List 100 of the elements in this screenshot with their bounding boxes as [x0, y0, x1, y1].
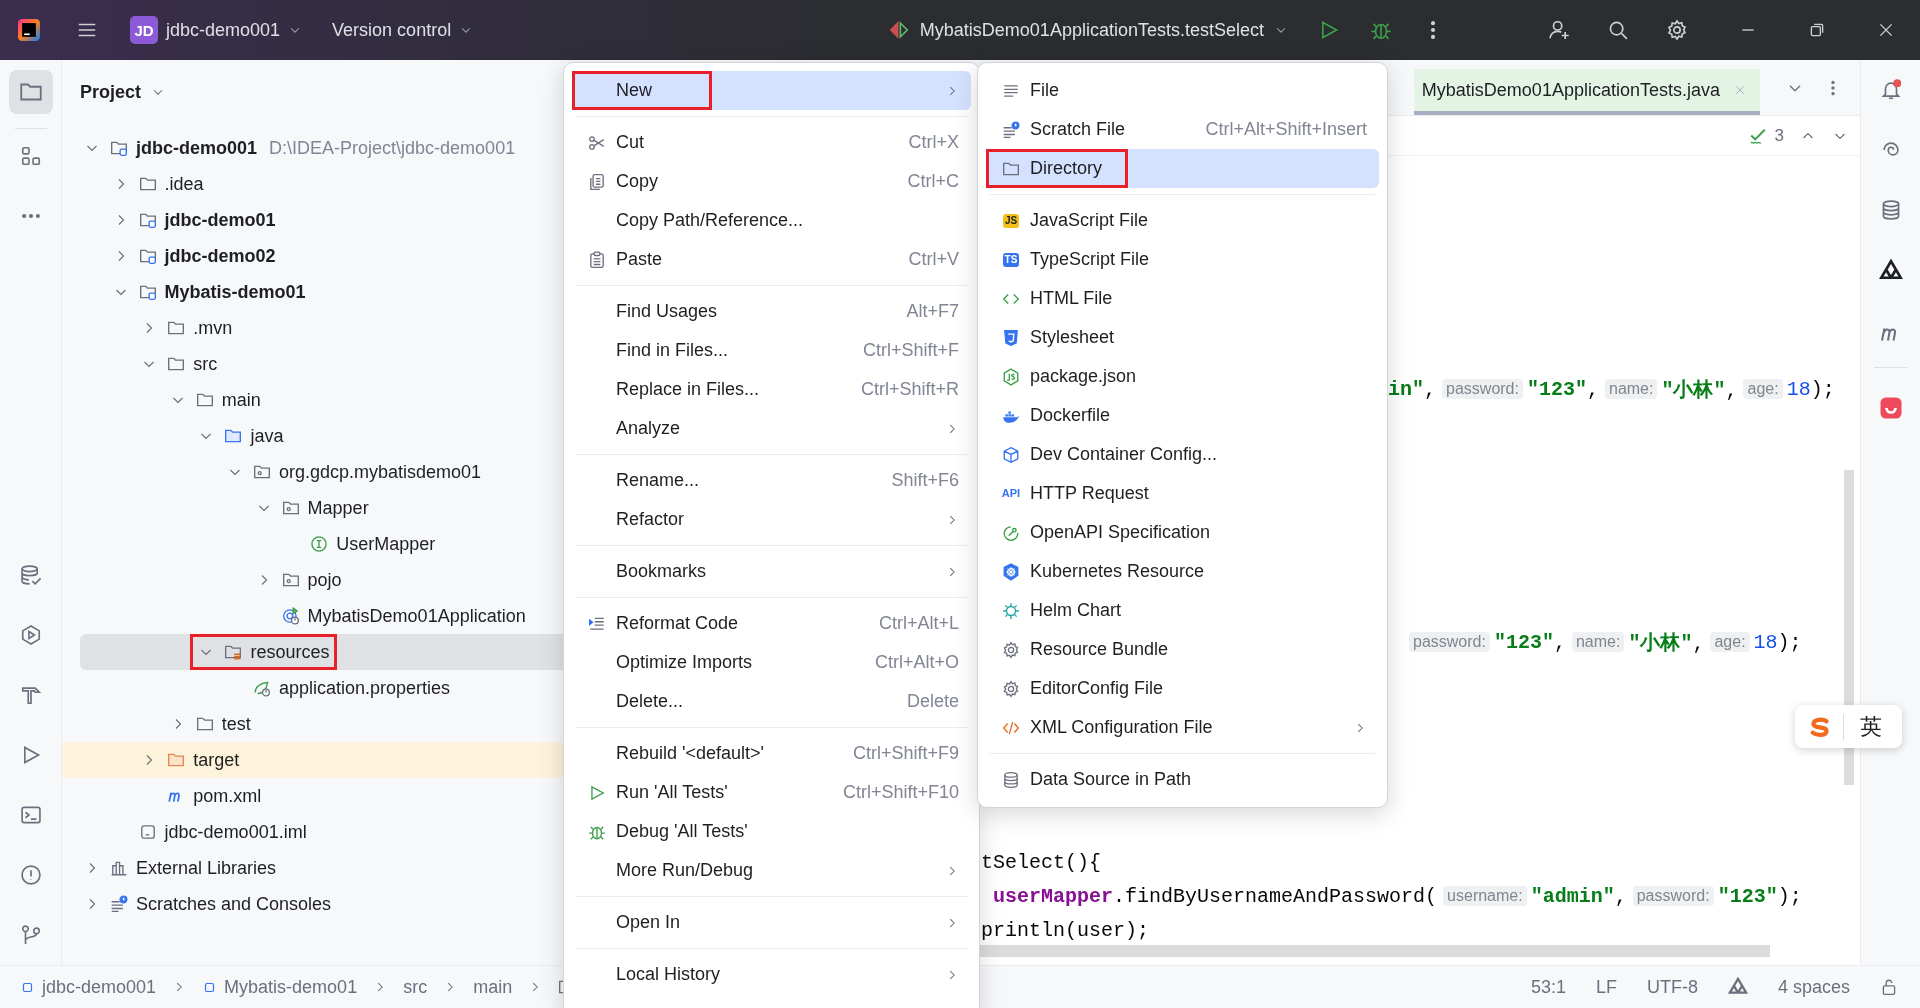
breadcrumb[interactable]: jdbc-demo001	[20, 976, 157, 998]
tree-item[interactable]: .mvn	[80, 310, 565, 346]
menu-item[interactable]: Delete... Delete	[572, 682, 971, 721]
menu-item[interactable]: Replace in Files... Ctrl+Shift+R	[572, 370, 971, 409]
tree-item[interactable]: Scratches and Consoles	[80, 886, 565, 922]
bell-icon[interactable]	[1879, 79, 1902, 101]
scrollbar-thumb[interactable]	[980, 945, 1770, 957]
tree-item[interactable]: target	[62, 742, 565, 778]
menu-item[interactable]: JS JavaScript File	[986, 201, 1379, 240]
menu-item[interactable]: TS TypeScript File	[986, 240, 1379, 279]
database-check-icon[interactable]	[19, 564, 42, 586]
tree-item[interactable]: jdbc-demo001.iml	[80, 814, 565, 850]
tree-item[interactable]: main	[80, 382, 565, 418]
menu-item[interactable]: Find in Files... Ctrl+Shift+F	[572, 331, 971, 370]
services-icon[interactable]	[19, 624, 42, 646]
menu-item[interactable]: Rebuild '<default>' Ctrl+Shift+F9	[572, 734, 971, 773]
breadcrumb[interactable]: src	[403, 976, 428, 998]
menu-item[interactable]: Paste Ctrl+V	[572, 240, 971, 279]
menu-item[interactable]: Analyze	[572, 409, 971, 448]
menu-item[interactable]: Debug 'All Tests'	[572, 812, 971, 851]
menu-item[interactable]: EditorConfig File	[986, 669, 1379, 708]
tree-item[interactable]: Mybatis-demo01	[80, 274, 565, 310]
menu-item[interactable]: Find Usages Alt+F7	[572, 292, 971, 331]
class-icon	[281, 607, 300, 625]
menu-item[interactable]: Helm Chart	[986, 591, 1379, 630]
editor-tab[interactable]: MybatisDemo01ApplicationTests.java	[1413, 69, 1760, 115]
restore-icon[interactable]	[1808, 21, 1826, 39]
file-encoding[interactable]: UTF-8	[1646, 976, 1698, 998]
menu-item[interactable]: File	[986, 71, 1379, 110]
tree-item[interactable]: test	[80, 706, 565, 742]
menu-item[interactable]: Open In	[572, 903, 971, 942]
lock-icon[interactable]	[1880, 978, 1898, 996]
add-user-icon[interactable]	[1548, 19, 1570, 41]
interface-icon	[310, 535, 329, 553]
vcs-menu[interactable]: Version control	[332, 19, 474, 41]
search-icon[interactable]	[1607, 19, 1629, 41]
tree-item[interactable]: pom.xml	[80, 778, 565, 814]
app-logo-icon[interactable]	[18, 19, 40, 41]
project-selector[interactable]: JD jdbc-demo001	[124, 12, 309, 48]
tree-item[interactable]: External Libraries	[80, 850, 565, 886]
tree-item[interactable]: java	[80, 418, 565, 454]
indent-setting[interactable]: 4 spaces	[1777, 976, 1850, 998]
close-icon[interactable]	[1877, 21, 1895, 39]
panel-title[interactable]: Project	[80, 74, 565, 110]
menu-item[interactable]: Refactor	[572, 500, 971, 539]
menu-item[interactable]: API HTTP Request	[986, 474, 1379, 513]
tree-item[interactable]: Mapper	[80, 490, 565, 526]
problems-icon[interactable]	[19, 864, 42, 886]
menu-item[interactable]: Stylesheet	[986, 318, 1379, 357]
input-method-widget[interactable]: 英	[1795, 705, 1902, 748]
terminal-icon[interactable]	[19, 804, 42, 826]
menu-item[interactable]: New	[572, 71, 971, 110]
menu-item[interactable]: Cut Ctrl+X	[572, 123, 971, 162]
inspection-widget[interactable]: 3	[1748, 125, 1848, 146]
package-folder-icon	[281, 499, 300, 517]
menu-item[interactable]: Optimize Imports Ctrl+Alt+O	[572, 643, 971, 682]
breadcrumb[interactable]: main	[473, 976, 513, 998]
wheel-icon	[1002, 562, 1020, 581]
menu-item[interactable]: Copy Ctrl+C	[572, 162, 971, 201]
menu-item[interactable]: HTML File	[986, 279, 1379, 318]
menu-item[interactable]: Kubernetes Resource	[986, 552, 1379, 591]
menu-item[interactable]: OpenAPI Specification	[986, 513, 1379, 552]
tree-item[interactable]: org.gdcp.mybatisdemo01	[80, 454, 565, 490]
tree-item[interactable]: jdbc-demo001 D:\IDEA-Project\jdbc-demo001	[80, 130, 565, 166]
tree-item[interactable]: pojo	[80, 562, 565, 598]
line-separator[interactable]: LF	[1595, 976, 1617, 998]
menu-item[interactable]: Directory	[986, 149, 1379, 188]
cursor-position[interactable]: 53:1	[1530, 976, 1566, 998]
settings-icon[interactable]	[1666, 19, 1688, 41]
menu-item[interactable]: Scratch File Ctrl+Alt+Shift+Insert	[986, 110, 1379, 149]
menu-item[interactable]: Data Source in Path	[986, 760, 1379, 799]
tree-item[interactable]: application.properties	[80, 670, 565, 706]
menu-item[interactable]: Local History	[572, 955, 971, 994]
menu-item[interactable]: Dockerfile	[986, 396, 1379, 435]
menu-item[interactable]: Run 'All Tests' Ctrl+Shift+F10	[572, 773, 971, 812]
git-branch-icon[interactable]	[19, 924, 42, 946]
menu-item[interactable]: Rename... Shift+F6	[572, 461, 971, 500]
breadcrumb[interactable]: Mybatis-demo01	[202, 976, 358, 998]
menu-item[interactable]: Dev Container Config...	[986, 435, 1379, 474]
project-tool-button[interactable]	[8, 70, 53, 114]
menu-item[interactable]: Resource Bundle	[986, 630, 1379, 669]
menu-item[interactable]: More Run/Debug	[572, 851, 971, 890]
structure-icon[interactable]	[19, 145, 42, 167]
run-configuration-selector[interactable]: MybatisDemo01ApplicationTests.testSelect	[887, 19, 1288, 41]
menu-item[interactable]: Reformat Code Ctrl+Alt+L	[572, 604, 971, 643]
tree-item[interactable]: resources	[80, 634, 565, 670]
menu-item[interactable]: Bookmarks	[572, 552, 971, 591]
tree-item[interactable]: MybatisDemo01Application	[80, 598, 565, 634]
app-icon[interactable]	[1878, 396, 1903, 420]
tree-item[interactable]: .idea	[80, 166, 565, 202]
tree-item[interactable]: src	[80, 346, 565, 382]
menu-item[interactable]: package.json	[986, 357, 1379, 396]
tree-item[interactable]: jdbc-demo02	[80, 238, 565, 274]
menu-item[interactable]: XML Configuration File	[986, 708, 1379, 747]
tree-item[interactable]: jdbc-demo01	[80, 202, 565, 238]
helm-icon	[1002, 601, 1020, 620]
tree-item[interactable]: UserMapper	[80, 526, 565, 562]
menu-item[interactable]: Copy Path/Reference...	[572, 201, 971, 240]
hammer-icon[interactable]	[19, 684, 42, 706]
code-text: userMapper.findByUsernameAndPassword(	[993, 884, 1438, 908]
